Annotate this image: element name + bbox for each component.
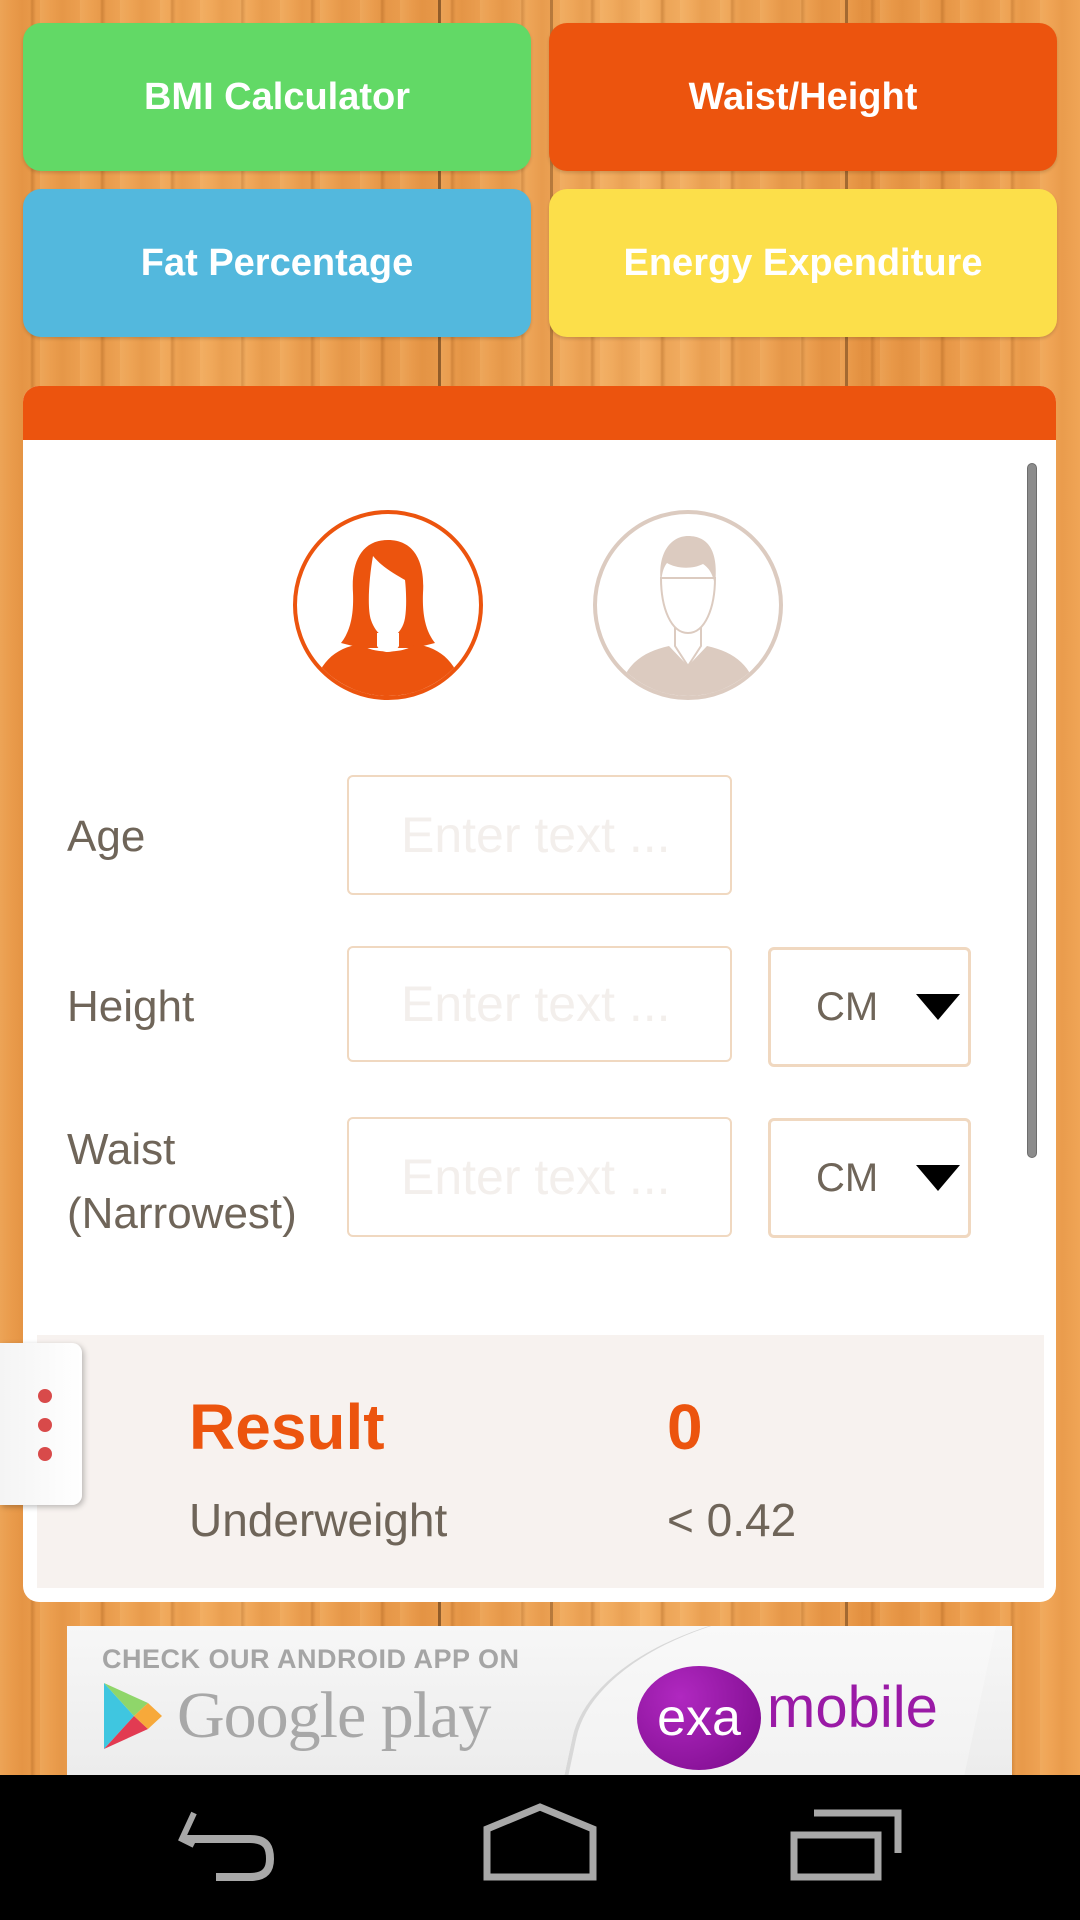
waist-label-line2: (Narrowest) (67, 1189, 297, 1238)
home-button[interactable] (470, 1803, 610, 1893)
height-unit-select[interactable]: CM (768, 947, 971, 1067)
waist-unit-select[interactable]: CM (768, 1118, 971, 1238)
bmi-calculator-label: BMI Calculator (143, 75, 411, 118)
male-avatar-button[interactable] (591, 508, 785, 702)
age-input[interactable] (347, 775, 732, 895)
result-range: < 0.42 (667, 1494, 797, 1546)
system-nav-bar (0, 1775, 1080, 1920)
google-play-icon (104, 1683, 162, 1749)
side-menu-handle[interactable] (0, 1343, 82, 1505)
waist-height-button[interactable]: Waist/Height (549, 23, 1057, 171)
age-label: Age (67, 812, 146, 861)
result-value: 0 (667, 1391, 703, 1463)
ad-store-name: Google play (177, 1679, 491, 1752)
energy-expenditure-button[interactable]: Energy Expenditure (549, 189, 1057, 337)
home-icon (483, 1803, 597, 1881)
exa-logo: exa (637, 1666, 761, 1770)
fat-percentage-label: Fat Percentage (140, 241, 414, 284)
waist-label-line1: Waist (67, 1125, 176, 1174)
waist-unit-value: CM (816, 1155, 879, 1200)
height-label: Height (67, 982, 195, 1031)
scrollbar[interactable] (1027, 463, 1037, 1158)
result-category: Underweight (189, 1494, 448, 1546)
female-icon (293, 510, 483, 700)
waist-label: Waist (Narrowest) (67, 1118, 297, 1246)
bmi-calculator-button[interactable]: BMI Calculator (23, 23, 531, 171)
more-dots-icon (38, 1447, 52, 1461)
ad-brand-mobile: mobile (767, 1675, 938, 1740)
waist-height-label: Waist/Height (688, 75, 918, 118)
height-input[interactable] (347, 946, 732, 1062)
result-panel: Result 0 Underweight < 0.42 (37, 1335, 1044, 1588)
male-icon (593, 510, 783, 700)
fat-percentage-button[interactable]: Fat Percentage (23, 189, 531, 337)
result-title: Result (189, 1391, 385, 1463)
more-dots-icon (38, 1418, 52, 1432)
back-icon (178, 1811, 275, 1881)
dropdown-arrow-icon (916, 1165, 960, 1191)
ad-headline: CHECK OUR ANDROID APP ON (102, 1644, 520, 1674)
height-unit-value: CM (816, 984, 879, 1029)
dropdown-arrow-icon (916, 994, 960, 1020)
recents-button[interactable] (780, 1803, 920, 1893)
more-dots-icon (38, 1389, 52, 1403)
waist-input[interactable] (347, 1117, 732, 1237)
recents-icon (790, 1809, 902, 1881)
ad-brand-exa: exa (657, 1689, 741, 1747)
female-avatar-button[interactable] (291, 508, 485, 702)
card-header (23, 386, 1056, 440)
back-button[interactable] (170, 1803, 310, 1893)
ad-banner[interactable]: CHECK OUR ANDROID APP ON Google play exa… (67, 1626, 1012, 1775)
energy-expenditure-label: Energy Expenditure (623, 241, 983, 284)
